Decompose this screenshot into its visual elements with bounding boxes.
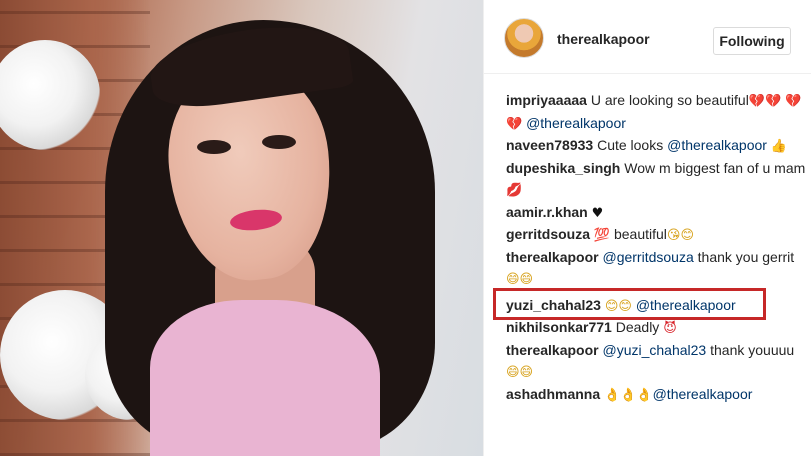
comment: gerritdsouza 💯 beautiful😘😊 [506,224,806,247]
comment: naveen78933 Cute looks @therealkapoor 👍 [506,135,806,158]
following-button[interactable]: Following [713,27,791,55]
comment-text: thank youuuu [710,341,795,358]
comment-username[interactable]: impriyaaaaa [506,92,587,108]
comment: impriyaaaaa U are looking so beautiful💔💔… [506,90,806,135]
comment-mention[interactable]: @therealkapoor [667,137,767,153]
comment: dupeshika_singh Wow m biggest fan of u m… [506,158,806,202]
kiss-mark-icon: 💋 [506,183,523,198]
comment-text: U are looking so beautiful [590,92,749,108]
comment-username[interactable]: aamir.r.khan [506,204,588,220]
comment-mention[interactable]: @gerritdsouza [602,249,693,265]
right-eye [262,135,296,149]
comment-text: Wow m biggest fan of u mam [624,159,806,176]
comment-panel: therealkapoor Following impriyaaaaa U ar… [483,0,811,456]
comment-username[interactable]: naveen78933 [506,137,593,153]
left-eye [197,140,231,154]
avatar[interactable] [504,18,544,58]
grinning-face-icon: 😄😄 [506,272,534,287]
comment-username[interactable]: therealkapoor [506,249,599,265]
comment-mention[interactable]: @yuzi_chahal23 [602,342,706,358]
kiss-face-icon: 😘😊 [666,228,695,243]
ok-hand-icon: 👌👌👌 [604,387,653,403]
comment: aamir.r.khan ♥ [506,202,806,225]
post-photo [0,0,483,456]
comment-text: Deadly [615,319,660,335]
devil-face-icon: 😈 [663,321,677,336]
comment-text: Cute looks [597,137,664,153]
comment-username[interactable]: nikhilsonkar771 [506,319,612,335]
comment-list: impriyaaaaa U are looking so beautiful💔💔… [506,90,806,406]
heart-icon: ♥ [591,205,604,221]
comment-username[interactable]: ashadhmanna [506,386,600,402]
hundred-points-icon: 💯 [593,228,611,243]
broken-heart-icon: 💔💔 [748,94,782,109]
comment-username[interactable]: gerritdsouza [506,226,590,242]
comment: therealkapoor @gerritdsouza thank you ge… [506,247,806,291]
comment: therealkapoor @yuzi_chahal23 thank youuu… [506,340,806,384]
comment: nikhilsonkar771 Deadly 😈 [506,317,806,340]
post-header: therealkapoor Following [484,0,811,74]
comment-text: thank you gerrit [697,248,795,265]
comment-username[interactable]: therealkapoor [506,342,599,358]
highlight-box [493,288,766,320]
comment-mention[interactable]: @therealkapoor [526,115,626,131]
post-username[interactable]: therealkapoor [557,31,650,47]
pink-top [150,300,380,456]
comment-mention[interactable]: @therealkapoor [653,386,753,402]
comment-username[interactable]: dupeshika_singh [506,160,620,176]
thumbs-up-icon: 👍 [770,139,788,154]
comment-text: beautiful [613,226,667,242]
grinning-face-icon: 😄😄 [506,365,534,380]
comment: ashadhmanna 👌👌👌@therealkapoor [506,384,806,407]
